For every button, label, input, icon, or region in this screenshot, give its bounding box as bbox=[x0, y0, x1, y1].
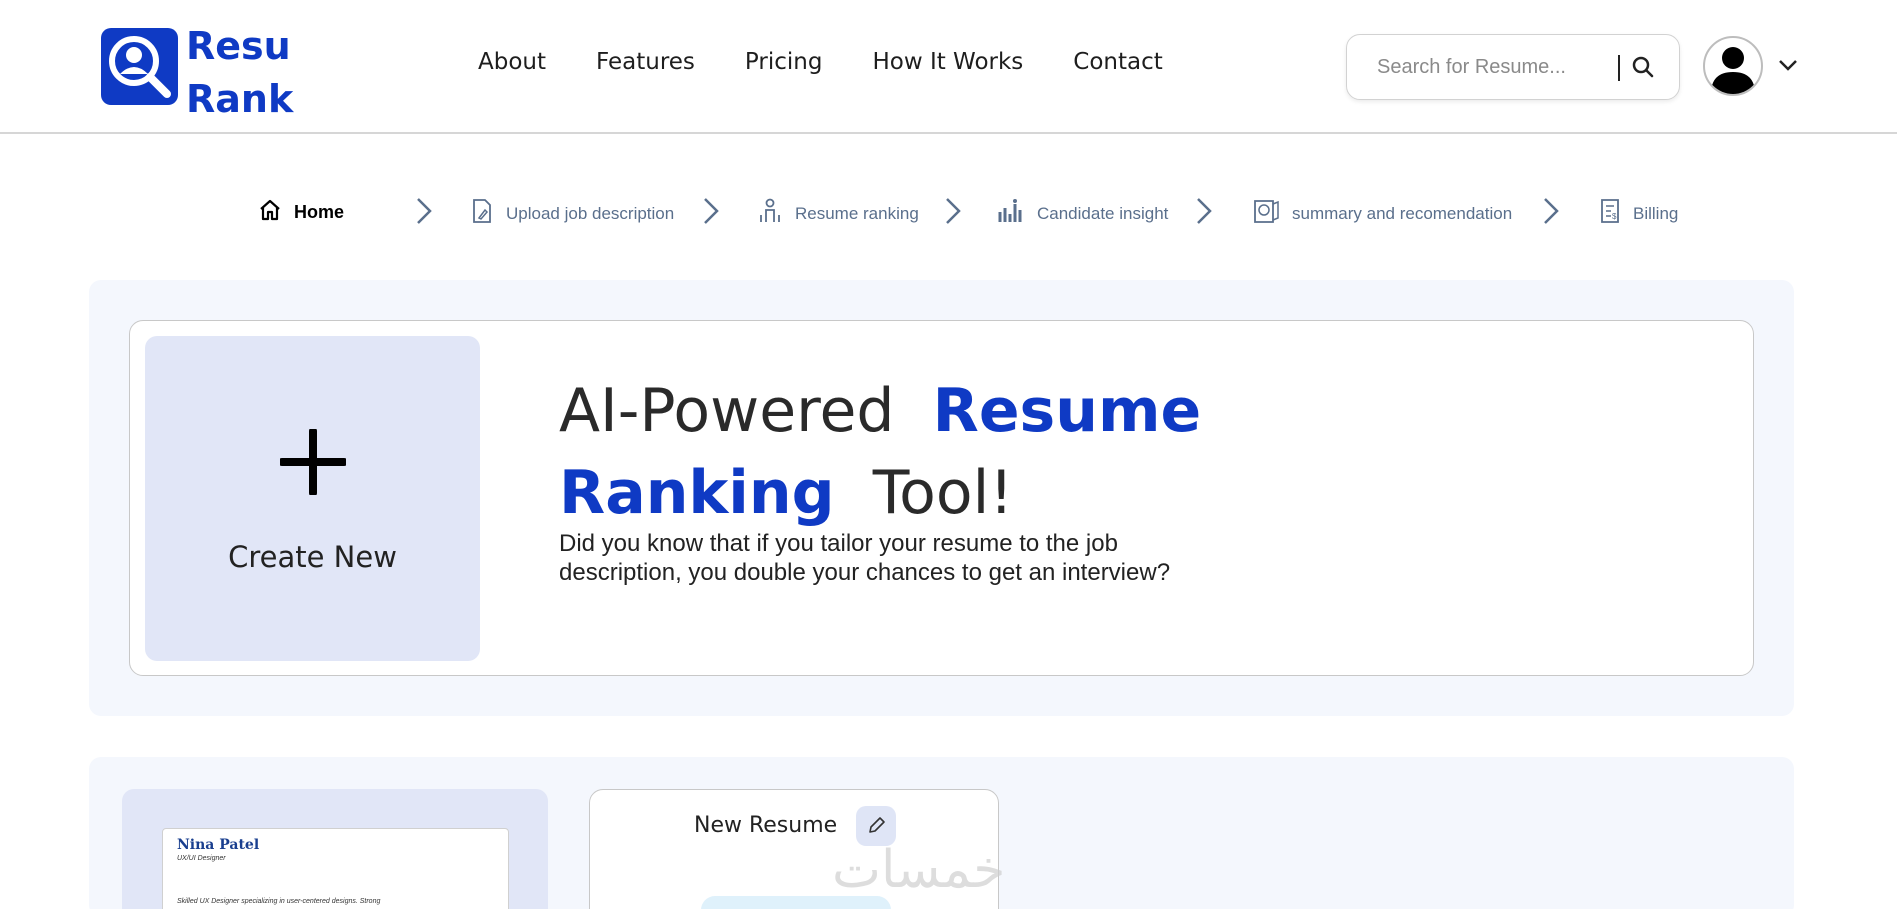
nav-contact[interactable]: Contact bbox=[1073, 49, 1162, 75]
globe-document-icon bbox=[1252, 198, 1280, 229]
step-candidate-insight[interactable]: Candidate insight bbox=[997, 198, 1168, 229]
user-icon bbox=[1711, 47, 1755, 94]
chevron-down-icon[interactable] bbox=[1778, 58, 1798, 77]
progress-steps: Home Upload job description Resume ranki… bbox=[0, 192, 1897, 232]
step-label: Candidate insight bbox=[1037, 203, 1169, 223]
document-upload-icon bbox=[470, 198, 494, 229]
step-label: Home bbox=[294, 202, 345, 222]
nav-pricing[interactable]: Pricing bbox=[745, 49, 823, 75]
hero-subtext: Did you know that if you tailor your res… bbox=[559, 530, 1171, 586]
headline-part1: AI-Powered bbox=[559, 376, 895, 446]
search-box bbox=[1346, 34, 1680, 100]
step-billing[interactable]: $ Billing bbox=[1599, 198, 1678, 229]
watermark: خمسات bbox=[832, 840, 1006, 900]
resume-preview-page: Nina Patel UX/UI Designer Skilled UX Des… bbox=[162, 828, 509, 909]
step-label: Upload job description bbox=[506, 203, 675, 223]
brand-logo[interactable]: Resu Rank bbox=[101, 20, 293, 126]
resume-preview-role: UX/UI Designer bbox=[177, 855, 226, 862]
magnifier-person-icon bbox=[101, 28, 178, 105]
avatar[interactable] bbox=[1703, 36, 1763, 96]
chevron-right-icon bbox=[701, 196, 721, 231]
new-resume-title: New Resume bbox=[694, 813, 838, 838]
headline-blue-2: Ranking bbox=[559, 458, 835, 528]
step-home[interactable]: Home bbox=[258, 198, 344, 227]
search-divider bbox=[1618, 55, 1620, 81]
headline-part2: Tool! bbox=[872, 458, 1014, 528]
step-label: Billing bbox=[1633, 203, 1679, 223]
brand-name-line2: Rank bbox=[186, 77, 294, 121]
step-upload-job-description[interactable]: Upload job description bbox=[470, 198, 674, 229]
step-label: Resume ranking bbox=[795, 203, 919, 223]
nav-features[interactable]: Features bbox=[596, 49, 695, 75]
nav-about[interactable]: About bbox=[478, 49, 546, 75]
hero-headline: AI-Powered Resume Ranking Tool! bbox=[559, 370, 1279, 534]
invoice-icon: $ bbox=[1599, 198, 1621, 229]
create-new-button[interactable]: Create New bbox=[145, 336, 480, 661]
chevron-right-icon bbox=[1194, 196, 1214, 231]
plus-icon bbox=[278, 427, 348, 500]
nav-how-it-works[interactable]: How It Works bbox=[872, 49, 1023, 75]
headline-blue-1: Resume bbox=[932, 376, 1202, 446]
main-nav: About Features Pricing How It Works Cont… bbox=[478, 49, 1163, 75]
person-ranking-icon bbox=[757, 198, 783, 229]
step-resume-ranking[interactable]: Resume ranking bbox=[757, 198, 919, 229]
bar-chart-icon bbox=[997, 198, 1025, 229]
chevron-right-icon bbox=[943, 196, 963, 231]
brand-name: Resu Rank bbox=[186, 20, 293, 126]
resume-preview-name: Nina Patel bbox=[177, 837, 260, 853]
brand-name-line1: Resu bbox=[186, 24, 291, 68]
search-input[interactable] bbox=[1377, 55, 1617, 79]
create-new-label: Create New bbox=[228, 540, 397, 574]
step-label: summary and recomendation bbox=[1292, 203, 1513, 223]
top-header: Resu Rank About Features Pricing How It … bbox=[0, 0, 1897, 134]
search-icon[interactable] bbox=[1631, 55, 1655, 84]
home-icon bbox=[258, 198, 282, 227]
resume-preview-summary: Skilled UX Designer specializing in user… bbox=[177, 898, 381, 905]
chevron-right-icon bbox=[414, 196, 434, 231]
svg-text:$: $ bbox=[1612, 212, 1617, 221]
step-summary-recommendation[interactable]: summary and recomendation bbox=[1252, 198, 1512, 229]
chevron-right-icon bbox=[1541, 196, 1561, 231]
